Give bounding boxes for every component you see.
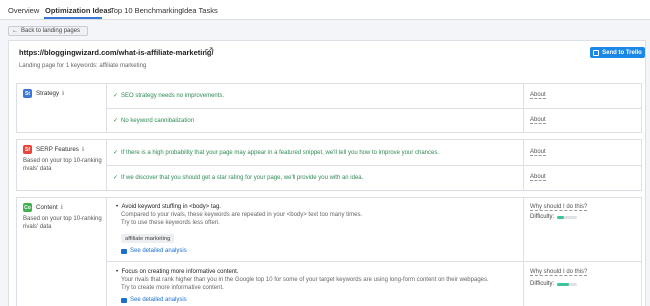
idea-body: Your rivals that rank higher than you in… bbox=[121, 277, 489, 291]
info-icon[interactable]: ℹ bbox=[82, 146, 84, 153]
serp-features-section: Sf SERP Features ℹ Based on your top 10-… bbox=[16, 139, 642, 191]
external-link-icon[interactable] bbox=[205, 47, 213, 55]
back-to-landing-pages-button[interactable]: ← Back to landing pages bbox=[8, 26, 88, 36]
active-tab-indicator bbox=[44, 17, 102, 19]
info-icon[interactable]: ℹ bbox=[61, 204, 63, 211]
analysis-icon bbox=[121, 248, 127, 254]
why-should-i-do-this-link[interactable]: Why should I do this? bbox=[530, 269, 588, 276]
content-idea: • Focus on creating more informative con… bbox=[107, 262, 641, 306]
difficulty-indicator: Difficulty: bbox=[530, 214, 578, 220]
serp-features-title: SERP Features bbox=[36, 146, 79, 153]
tab-top-10-benchmarking[interactable]: Top 10 Benchmarking bbox=[110, 6, 183, 15]
about-link[interactable]: About bbox=[530, 174, 546, 181]
check-icon: ✓ bbox=[113, 118, 119, 124]
info-icon[interactable]: ℹ bbox=[62, 90, 64, 97]
strategy-check-text: ✓ SEO strategy needs no improvements. bbox=[113, 93, 225, 99]
idea-title: • Focus on creating more informative con… bbox=[116, 269, 239, 275]
difficulty-bar bbox=[557, 282, 578, 286]
content-icon: Co bbox=[23, 203, 32, 212]
serp-features-description: Based on your top 10-ranking rivals' dat… bbox=[23, 158, 102, 172]
strategy-row: ✓ SEO strategy needs no improvements. Abo… bbox=[107, 84, 641, 109]
check-icon: ✓ bbox=[113, 150, 119, 156]
page-subtitle: Landing page for 1 keywords: affiliate m… bbox=[19, 63, 147, 69]
tab-bar: Overview Optimization Ideas Top 10 Bench… bbox=[0, 0, 650, 20]
analysis-icon bbox=[121, 297, 127, 303]
serp-check-text: ✓ If there is a high probability that you… bbox=[113, 150, 440, 156]
difficulty-fill bbox=[557, 282, 570, 286]
strategy-icon: St bbox=[23, 89, 32, 98]
strategy-title: Strategy bbox=[36, 90, 60, 97]
send-to-trello-button[interactable]: Send to Trello bbox=[590, 47, 645, 58]
arrow-left-icon: ← bbox=[12, 28, 18, 34]
see-detailed-analysis-link[interactable]: See detailed analysis bbox=[121, 297, 187, 303]
serp-features-header: Sf SERP Features ℹ Based on your top 10-… bbox=[17, 140, 107, 190]
tab-overview[interactable]: Overview bbox=[8, 6, 39, 15]
serp-row: ✓ If we discover that you should get a st… bbox=[107, 166, 641, 191]
about-link[interactable]: About bbox=[530, 149, 546, 156]
check-icon: ✓ bbox=[113, 93, 119, 99]
idea-title: • Avoid keyword stuffing in <body> tag. bbox=[116, 204, 221, 210]
difficulty-indicator: Difficulty: bbox=[530, 281, 578, 287]
idea-body: Compared to your rivals, these keywords … bbox=[121, 212, 363, 226]
strategy-section: St Strategy ℹ ✓ SEO strategy needs no imp… bbox=[16, 83, 642, 133]
content-title: Content bbox=[36, 204, 58, 211]
strategy-header: St Strategy ℹ bbox=[17, 84, 107, 132]
content-section: Co Content ℹ Based on your top 10-rankin… bbox=[16, 197, 642, 306]
difficulty-fill bbox=[557, 215, 565, 219]
content-header: Co Content ℹ Based on your top 10-rankin… bbox=[17, 198, 107, 306]
back-button-label: Back to landing pages bbox=[21, 28, 81, 34]
strategy-check-text: ✓ No keyword cannibalization bbox=[113, 118, 195, 124]
landing-page-card: https://bloggingwizard.com/what-is-affil… bbox=[8, 40, 646, 306]
serp-check-text: ✓ If we discover that you should get a st… bbox=[113, 175, 364, 181]
about-link[interactable]: About bbox=[530, 117, 546, 124]
strategy-row: ✓ No keyword cannibalization About bbox=[107, 109, 641, 133]
why-should-i-do-this-link[interactable]: Why should I do this? bbox=[530, 204, 588, 211]
trello-icon bbox=[593, 49, 600, 56]
serp-features-icon: Sf bbox=[23, 145, 32, 154]
content-description: Based on your top 10-ranking rivals' dat… bbox=[23, 216, 102, 230]
difficulty-bar bbox=[557, 215, 578, 219]
tab-idea-tasks[interactable]: Idea Tasks bbox=[182, 6, 218, 15]
keyword-chip[interactable]: affiliate marketing bbox=[121, 234, 175, 243]
see-detailed-analysis-link[interactable]: See detailed analysis bbox=[121, 248, 187, 254]
page-url[interactable]: https://bloggingwizard.com/what-is-affil… bbox=[19, 48, 214, 57]
check-icon: ✓ bbox=[113, 175, 119, 181]
content-idea: • Avoid keyword stuffing in <body> tag. … bbox=[107, 198, 641, 262]
trello-button-label: Send to Trello bbox=[602, 49, 642, 56]
serp-row: ✓ If there is a high probability that you… bbox=[107, 140, 641, 166]
about-link[interactable]: About bbox=[530, 92, 546, 99]
tab-optimization-ideas[interactable]: Optimization Ideas bbox=[45, 6, 112, 15]
